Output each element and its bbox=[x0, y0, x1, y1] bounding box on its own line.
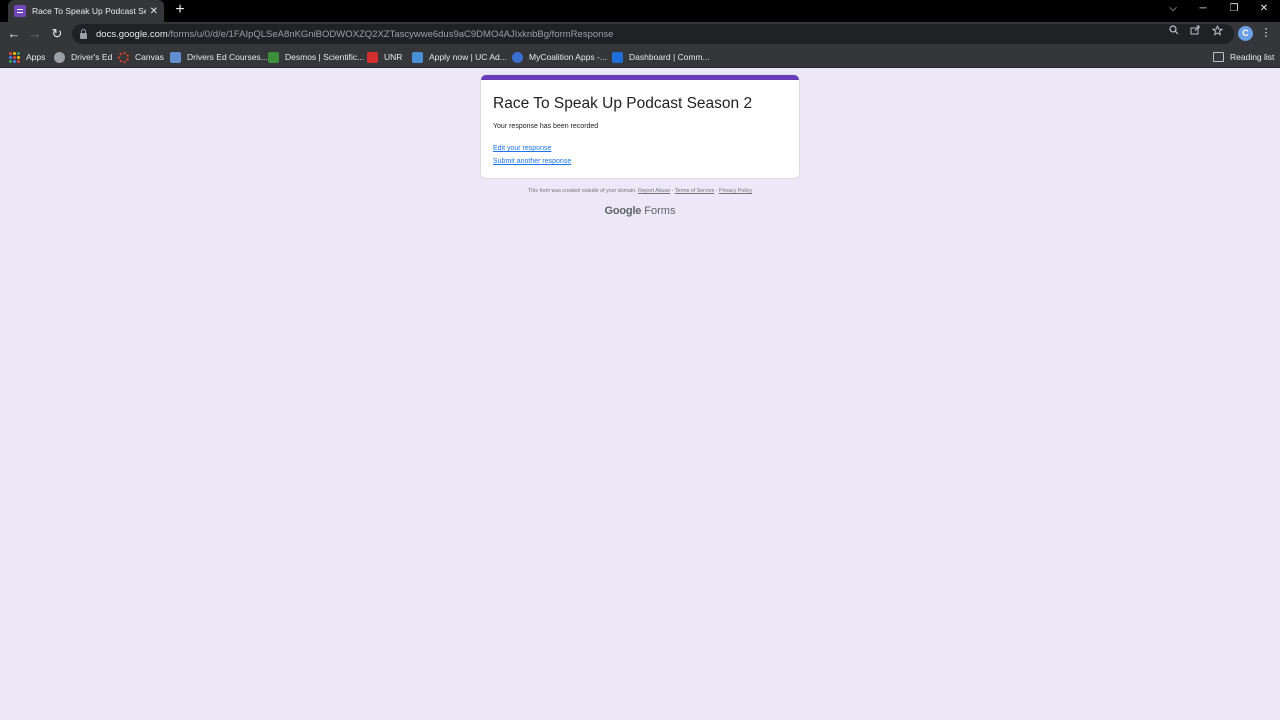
url-text[interactable]: docs.google.com/forms/u/0/d/e/1FAIpQLSeA… bbox=[96, 29, 613, 40]
edit-response-link[interactable]: Edit your response bbox=[493, 145, 551, 152]
back-button[interactable]: ← bbox=[5, 25, 23, 43]
bookmark-label: Drivers Ed Courses... bbox=[187, 52, 268, 62]
bookmark-canvas[interactable]: Canvas bbox=[118, 50, 164, 64]
submit-another-link[interactable]: Submit another response bbox=[493, 158, 571, 165]
bookmark-label: Canvas bbox=[135, 52, 164, 62]
tab-search-icon[interactable]: ⌵ bbox=[1163, 3, 1183, 14]
apps-grid-icon bbox=[9, 51, 20, 63]
reading-list-button[interactable]: Reading list bbox=[1213, 50, 1274, 64]
reading-list-label: Reading list bbox=[1230, 52, 1275, 62]
desmos-icon bbox=[268, 51, 279, 63]
reload-button[interactable]: ↻ bbox=[48, 25, 66, 43]
bookmark-label: Apps bbox=[26, 52, 46, 62]
drivers-ed-icon bbox=[170, 51, 181, 63]
brand-forms: Forms bbox=[644, 205, 676, 217]
coalition-icon bbox=[512, 51, 523, 63]
bookmark-apps[interactable]: Apps bbox=[9, 50, 45, 64]
new-tab-button[interactable]: + bbox=[172, 1, 188, 21]
google-forms-logo[interactable]: Google Forms bbox=[480, 205, 800, 217]
google-forms-favicon-icon bbox=[14, 5, 26, 17]
url-path: /forms/u/0/d/e/1FAIpQLSeA8nKGniBODWOXZQ2… bbox=[167, 28, 614, 40]
form-accent-bar bbox=[481, 75, 799, 80]
restore-button[interactable]: ❐ bbox=[1224, 3, 1244, 14]
zoom-icon[interactable] bbox=[1167, 25, 1181, 39]
tab-title: Race To Speak Up Podcast Season 2 bbox=[32, 6, 146, 16]
bookmark-label: UNR bbox=[384, 52, 403, 62]
bookmark-label: Apply now | UC Ad... bbox=[429, 52, 507, 62]
bookmarks-bar: Apps Driver's Ed Canvas Drivers Ed Cours… bbox=[0, 46, 1280, 68]
minimize-button[interactable]: ─ bbox=[1193, 3, 1213, 14]
tab-strip: Race To Speak Up Podcast Season 2 ✕ + ⌵ … bbox=[0, 0, 1280, 22]
address-bar[interactable]: docs.google.com/forms/u/0/d/e/1FAIpQLSeA… bbox=[72, 24, 1234, 44]
unr-icon bbox=[367, 51, 378, 63]
share-icon[interactable] bbox=[1188, 25, 1202, 39]
bookmark-star-icon[interactable] bbox=[1210, 24, 1224, 39]
dashboard-icon bbox=[612, 51, 623, 63]
lock-icon[interactable] bbox=[80, 28, 87, 39]
form-footer: This form was created outside of your do… bbox=[480, 188, 800, 194]
form-response-card: Race To Speak Up Podcast Season 2 Your r… bbox=[480, 74, 800, 179]
bookmark-uc-admissions[interactable]: Apply now | UC Ad... bbox=[412, 50, 507, 64]
globe-icon bbox=[54, 51, 65, 63]
bookmark-unr[interactable]: UNR bbox=[367, 50, 402, 64]
bookmark-label: Dashboard | Comm... bbox=[629, 52, 710, 62]
tab-close-icon[interactable]: ✕ bbox=[150, 6, 158, 17]
url-host: docs.google.com bbox=[96, 28, 168, 40]
profile-avatar[interactable]: C bbox=[1238, 26, 1253, 41]
terms-link[interactable]: Terms of Service bbox=[675, 188, 714, 194]
bookmark-label: Driver's Ed bbox=[71, 52, 113, 62]
bookmark-dashboard[interactable]: Dashboard | Comm... bbox=[612, 50, 710, 64]
browser-menu-icon[interactable]: ⋮ bbox=[1260, 26, 1272, 42]
forward-button[interactable]: → bbox=[26, 25, 44, 43]
bookmark-label: MyCoalition Apps -... bbox=[529, 52, 607, 62]
bookmark-mycoalition[interactable]: MyCoalition Apps -... bbox=[512, 50, 607, 64]
brand-google: Google bbox=[604, 205, 642, 217]
bookmark-drivers-ed-courses[interactable]: Drivers Ed Courses... bbox=[170, 50, 268, 64]
domain-note: This form was created outside of your do… bbox=[528, 188, 637, 194]
form-title: Race To Speak Up Podcast Season 2 bbox=[493, 95, 753, 112]
canvas-icon bbox=[118, 51, 129, 63]
active-tab[interactable]: Race To Speak Up Podcast Season 2 ✕ bbox=[8, 0, 164, 22]
browser-toolbar: ← → ↻ docs.google.com/forms/u/0/d/e/1FAI… bbox=[0, 22, 1280, 46]
reading-list-icon bbox=[1213, 52, 1224, 62]
bookmark-label: Desmos | Scientific... bbox=[285, 52, 365, 62]
bookmark-drivers-ed[interactable]: Driver's Ed bbox=[54, 50, 112, 64]
close-window-button[interactable]: ✕ bbox=[1254, 3, 1274, 14]
privacy-link[interactable]: Privacy Policy bbox=[719, 188, 752, 194]
bookmark-desmos[interactable]: Desmos | Scientific... bbox=[268, 50, 364, 64]
confirmation-message: Your response has been recorded bbox=[493, 123, 599, 130]
report-abuse-link[interactable]: Report Abuse bbox=[638, 188, 670, 194]
uc-icon bbox=[412, 51, 423, 63]
